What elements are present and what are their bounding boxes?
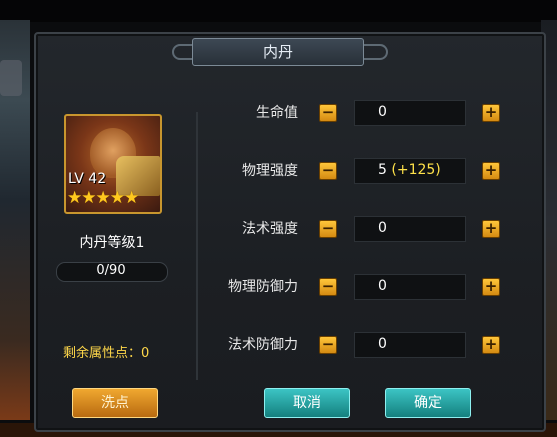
increase-attribute-button[interactable]: +: [482, 278, 500, 296]
remaining-points: 剩余属性点：0: [63, 342, 149, 361]
attribute-value: 0: [378, 100, 387, 124]
attribute-label: 物理防御力: [228, 279, 298, 295]
dan-level-label: 内丹等级1: [79, 235, 145, 251]
attribute-value: 0: [378, 332, 387, 356]
decrease-attribute-button[interactable]: −: [319, 104, 337, 122]
attribute-value-field: [354, 100, 466, 126]
dan-xp-text: 0/90: [96, 263, 126, 278]
confirm-button[interactable]: 确定: [385, 388, 471, 418]
increase-attribute-button[interactable]: +: [482, 336, 500, 354]
decrease-attribute-button[interactable]: −: [319, 220, 337, 238]
decrease-attribute-button[interactable]: −: [319, 278, 337, 296]
remaining-points-label: 剩余属性点：: [63, 346, 142, 361]
increase-attribute-button[interactable]: +: [482, 162, 500, 180]
dialog-title: 内丹: [192, 38, 364, 66]
decrease-attribute-button[interactable]: −: [319, 162, 337, 180]
wash-points-button[interactable]: 洗点: [72, 388, 158, 418]
attribute-base-value: 0: [378, 336, 387, 352]
panel-divider: [196, 112, 198, 380]
attribute-label: 物理强度: [242, 163, 298, 179]
attribute-label: 法术防御力: [228, 337, 298, 353]
attribute-value-field: [354, 274, 466, 300]
attribute-label: 法术强度: [242, 221, 298, 237]
attribute-value-field: [354, 216, 466, 242]
increase-attribute-button[interactable]: +: [482, 104, 500, 122]
attribute-value: 5 (+125): [378, 158, 441, 182]
attribute-base-value: 0: [378, 278, 387, 294]
attribute-bonus-value: (+125): [391, 162, 441, 178]
attribute-base-value: 5: [378, 162, 387, 178]
attribute-value-field: [354, 332, 466, 358]
decrease-attribute-button[interactable]: −: [319, 336, 337, 354]
attribute-label: 生命值: [256, 105, 298, 121]
attribute-base-value: 0: [378, 104, 387, 120]
background-top: [0, 0, 557, 22]
attribute-base-value: 0: [378, 220, 387, 236]
cancel-button[interactable]: 取消: [264, 388, 350, 418]
star-rating-icon: ★★★★★: [67, 188, 139, 208]
remaining-points-value: 0: [141, 346, 150, 361]
increase-attribute-button[interactable]: +: [482, 220, 500, 238]
background-hero-icon: [0, 60, 22, 96]
attribute-value: 0: [378, 274, 387, 298]
hero-level: LV 42: [68, 171, 107, 187]
attribute-value: 0: [378, 216, 387, 240]
